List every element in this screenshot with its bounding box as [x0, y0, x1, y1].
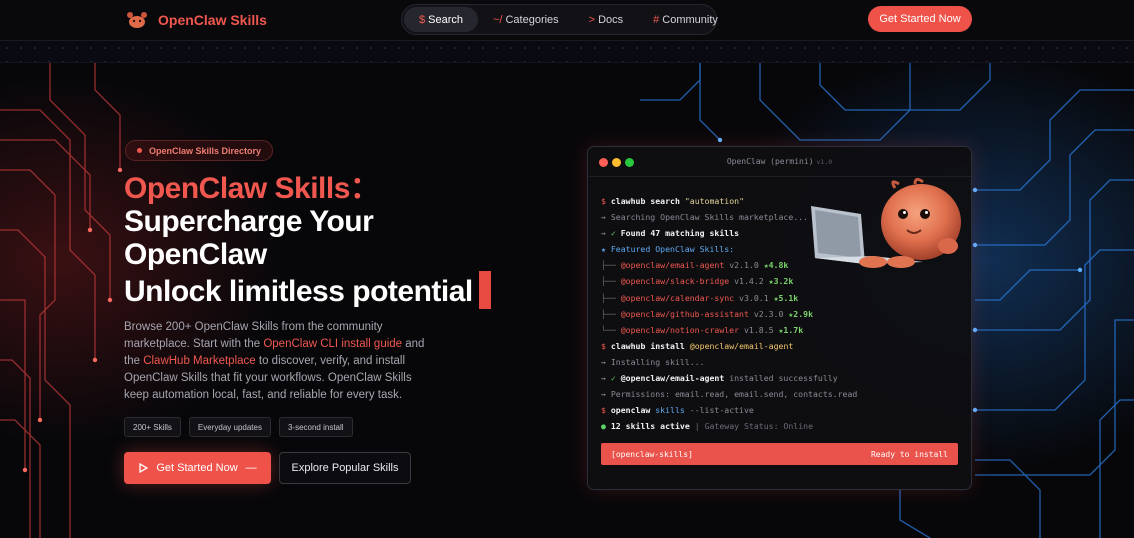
- nav-docs-symbol: >: [588, 13, 596, 26]
- nav-community-symbol: #: [653, 13, 660, 26]
- hero-get-started-label: Get Started Now: [156, 462, 238, 474]
- check-icon: ✓: [610, 228, 616, 239]
- check-icon: ✓: [610, 373, 616, 384]
- cmd-sub: install: [650, 340, 685, 351]
- skill-stars: ★4.8k: [763, 260, 789, 271]
- status-bar-right: Ready to install: [870, 449, 948, 459]
- tree: ├──: [601, 292, 616, 303]
- prompt: $: [601, 405, 606, 416]
- headline-line-3: OpenClaw: [124, 238, 267, 271]
- skill-stars: ★2.9k: [788, 308, 814, 319]
- brand-name: OpenClaw Skills: [158, 12, 267, 28]
- hero-get-started-button[interactable]: Get Started Now —: [124, 452, 271, 484]
- output-line: → Searching OpenClaw Skills marketplace.…: [601, 212, 809, 223]
- stats-row: 200+ Skills Everyday updates 3-second in…: [124, 417, 353, 437]
- skill-version: v1.4.2: [734, 276, 764, 287]
- arrow-dash-icon: —: [245, 462, 257, 474]
- headline-line-4: Unlock limitless potential: [124, 275, 473, 308]
- cmd-sub: skills: [655, 405, 685, 416]
- tree: ├──: [601, 260, 616, 271]
- status-bar-left: [openclaw-skills]: [611, 449, 693, 459]
- terminal-title-bar: OpenClaw (permini) v1.0: [588, 147, 971, 177]
- play-icon: [139, 463, 149, 473]
- mascot-crab-laptop-illustration: [811, 178, 961, 268]
- arrow: →: [601, 373, 606, 384]
- gateway-status: Gateway Status: Online: [704, 421, 814, 432]
- output-found: Found 47 matching skills: [620, 228, 740, 239]
- crab-logo-icon: [127, 12, 147, 28]
- tree: ├──: [601, 276, 616, 287]
- cmd-flag: --list-active: [689, 405, 754, 416]
- hero-description: Browse 200+ OpenClaw Skills from the com…: [124, 319, 436, 404]
- status-separator: |: [694, 421, 700, 432]
- nav-item-search[interactable]: $ Search: [404, 7, 478, 32]
- nav-categories-label: Categories: [505, 13, 559, 26]
- brand[interactable]: OpenClaw Skills: [126, 9, 267, 31]
- cmd-sub: search: [650, 196, 680, 206]
- cmd-bin: openclaw: [610, 405, 651, 416]
- nav-item-community[interactable]: # Community: [638, 7, 733, 32]
- permissions-line: → Permissions: email.read, email.send, c…: [601, 389, 858, 400]
- terminal-title-text: OpenClaw (permini): [726, 157, 814, 166]
- text-cursor-icon: [478, 271, 491, 309]
- cli-install-guide-link[interactable]: OpenClaw CLI install guide: [263, 338, 402, 350]
- skill-version: v1.8.5: [743, 324, 774, 335]
- prompt: $: [601, 340, 606, 351]
- nav-menu: $ Search ~/ Categories > Docs # Communit…: [401, 4, 718, 35]
- nav-item-docs[interactable]: > Docs: [574, 7, 639, 32]
- badge-label: OpenClaw Skills Directory: [149, 145, 262, 156]
- nav-search-label: Search: [428, 13, 463, 26]
- headline-line-2: Supercharge Your: [124, 205, 374, 238]
- terminal-status-bar[interactable]: [openclaw-skills] Ready to install: [601, 443, 958, 465]
- skill-version: v3.0.1: [739, 292, 769, 303]
- stat-skills: 200+ Skills: [124, 417, 181, 437]
- nav-categories-symbol: ~/: [492, 13, 503, 26]
- installed-skill: @openclaw/email-agent: [620, 373, 725, 384]
- nav-item-categories[interactable]: ~/ Categories: [478, 7, 574, 32]
- top-navigation: OpenClaw Skills $ Search ~/ Categories >…: [0, 0, 1134, 41]
- headline-colon: ：: [349, 172, 380, 205]
- terminal-version: v1.0: [816, 158, 833, 166]
- stat-updates: Everyday updates: [188, 417, 271, 437]
- skill-version: v2.1.0: [729, 260, 759, 271]
- skill-name: @openclaw/github-assistant: [620, 308, 749, 319]
- cmd-bin: clawhub: [610, 196, 646, 206]
- tree: └──: [601, 324, 616, 335]
- headline-brand: OpenClaw Skills: [124, 172, 350, 205]
- skill-stars: ★5.1k: [773, 292, 799, 303]
- cmd-bin: clawhub: [610, 340, 646, 351]
- prompt: $: [601, 196, 606, 206]
- output-line: → Installing skill...: [601, 356, 705, 367]
- cmd-arg: @openclaw/email-agent: [689, 340, 794, 351]
- nav-community-label: Community: [662, 13, 718, 26]
- skill-stars: ★1.7k: [778, 324, 804, 335]
- hero-headline: OpenClaw Skills： Supercharge Your OpenCl…: [124, 172, 491, 309]
- nav-docs-label: Docs: [598, 13, 624, 26]
- skill-name: @openclaw/notion-crawler: [620, 324, 740, 335]
- clawhub-marketplace-link[interactable]: ClawHub Marketplace: [143, 355, 256, 367]
- explore-popular-skills-button[interactable]: Explore Popular Skills: [279, 452, 411, 484]
- terminal-title: OpenClaw (permini) v1.0: [588, 157, 971, 166]
- status-dot-icon: ●: [601, 421, 606, 432]
- nav-get-started-button[interactable]: Get Started Now: [868, 6, 972, 32]
- installed-text: installed successfully: [724, 373, 838, 384]
- skill-name: @openclaw/calendar-sync: [620, 292, 735, 303]
- directory-badge: OpenClaw Skills Directory: [125, 140, 274, 161]
- badge-dot-icon: [137, 148, 142, 153]
- nav-search-symbol: $: [419, 13, 426, 26]
- stat-install: 3-second install: [278, 417, 353, 437]
- skill-name: @openclaw/email-agent: [620, 260, 725, 271]
- arrow: →: [601, 228, 606, 239]
- skill-stars: ★3.2k: [768, 276, 794, 287]
- skill-version: v2.3.0: [753, 308, 784, 319]
- nav-dot-strip: [0, 41, 1134, 63]
- tree: ├──: [601, 308, 616, 319]
- skill-name: @openclaw/slack-bridge: [620, 276, 730, 287]
- status-active: 12 skills active: [610, 421, 690, 432]
- featured-heading: ★ Featured OpenClaw Skills:: [601, 244, 735, 255]
- cmd-arg: "automation": [684, 196, 744, 206]
